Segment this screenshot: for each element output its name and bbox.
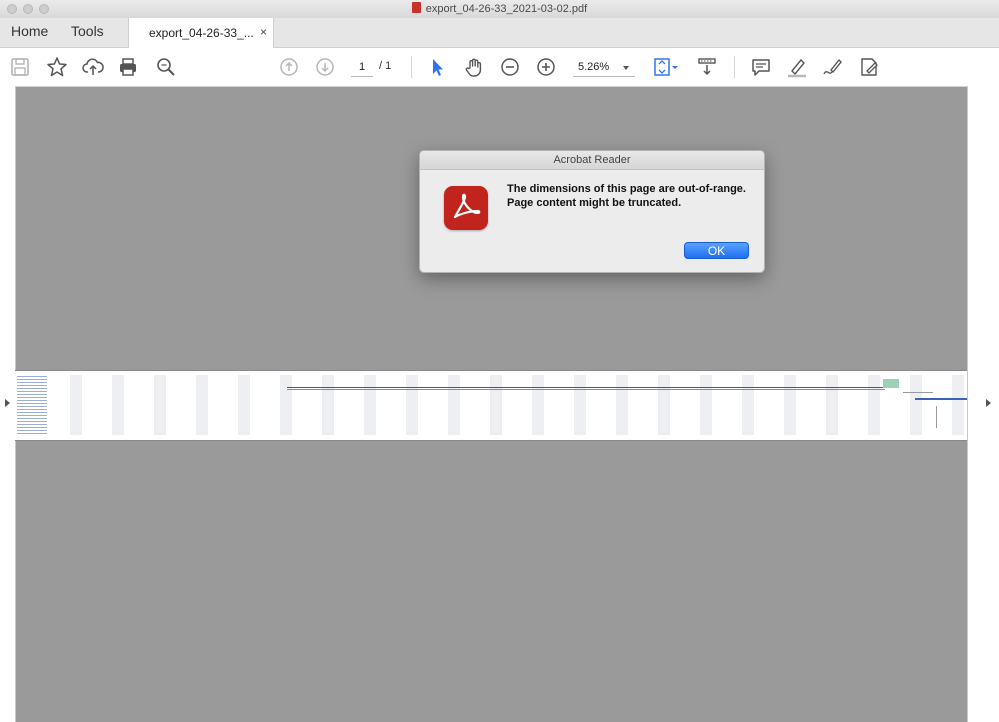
page-week-stripe [868,375,880,435]
expand-right-panel-icon[interactable] [986,399,991,407]
pdf-file-icon [411,2,421,13]
dialog-title: Acrobat Reader [420,151,764,170]
highlight-icon[interactable] [786,56,808,78]
tab-close-icon[interactable]: × [260,25,267,39]
expand-left-panel-icon[interactable] [5,399,10,407]
page-week-stripe [448,375,460,435]
page-timeline-bar [915,398,967,400]
zoom-out-icon[interactable] [499,56,521,78]
search-zoom-icon[interactable] [155,56,177,78]
page-week-stripe [826,375,838,435]
left-panel-toggle[interactable] [0,86,16,722]
alert-dialog: Acrobat Reader The dimensions of this pa… [419,150,765,273]
bookmark-star-icon[interactable] [46,56,68,78]
zoom-in-icon[interactable] [535,56,557,78]
cloud-upload-icon[interactable] [82,56,104,78]
page-week-stripe [490,375,502,435]
page-week-stripe [700,375,712,435]
fit-page-icon[interactable] [653,56,681,78]
page-connector [936,406,937,428]
page-week-stripe [910,375,922,435]
page-timeline-bar [287,387,885,388]
page-total: / 1 [379,60,392,72]
page-week-stripe [658,375,670,435]
tab-document[interactable]: export_04-26-33_... × [128,18,274,48]
window-title: export_04-26-33_2021-03-02.pdf [0,2,999,15]
toolbar-divider [734,56,735,78]
page-week-stripe [784,375,796,435]
page-week-stripe [574,375,586,435]
acrobat-logo-icon [444,186,488,230]
ok-button[interactable]: OK [684,242,749,259]
page-week-stripe [238,375,250,435]
page-week-stripe [196,375,208,435]
pdf-page [15,370,967,441]
page-week-stripe [154,375,166,435]
toolbar: 1 / 1 5.26% [0,48,999,87]
chevron-down-icon [623,66,629,70]
page-timeline-bar [287,389,885,390]
window-title-bar: export_04-26-33_2021-03-02.pdf [0,0,999,19]
page-task-list [17,374,47,436]
tab-bar: Home Tools export_04-26-33_... × [0,18,999,48]
page-week-stripe [112,375,124,435]
comment-icon[interactable] [750,56,772,78]
dialog-message: The dimensions of this page are out-of-r… [507,183,746,209]
previous-page-icon[interactable] [278,56,300,78]
save-icon[interactable] [9,56,31,78]
tab-tools[interactable]: Tools [71,23,104,39]
tab-document-label: export_04-26-33_... [149,26,254,40]
hand-tool-icon[interactable] [463,56,485,78]
page-week-stripe [70,375,82,435]
scroll-mode-icon[interactable] [696,56,718,78]
zoom-level-select[interactable]: 5.26% [573,58,635,77]
window-title-text: export_04-26-33_2021-03-02.pdf [425,3,588,15]
page-week-stripe [364,375,376,435]
page-week-stripe [742,375,754,435]
print-icon[interactable] [117,56,139,78]
page-week-stripe [322,375,334,435]
tab-home[interactable]: Home [11,23,48,39]
page-week-stripe [280,375,292,435]
select-cursor-icon[interactable] [427,56,449,78]
zoom-level-value: 5.26% [578,61,610,73]
page-week-stripe [616,375,628,435]
page-week-stripe [952,375,964,435]
next-page-icon[interactable] [314,56,336,78]
fill-sign-icon[interactable] [858,56,880,78]
page-chart-block [883,379,899,388]
sign-pen-icon[interactable] [822,56,844,78]
toolbar-divider [411,56,412,78]
right-panel-toggle[interactable] [967,86,999,722]
page-number-input[interactable]: 1 [351,58,373,77]
page-timeline-bar [903,392,933,393]
page-week-stripe [532,375,544,435]
page-week-stripe [406,375,418,435]
